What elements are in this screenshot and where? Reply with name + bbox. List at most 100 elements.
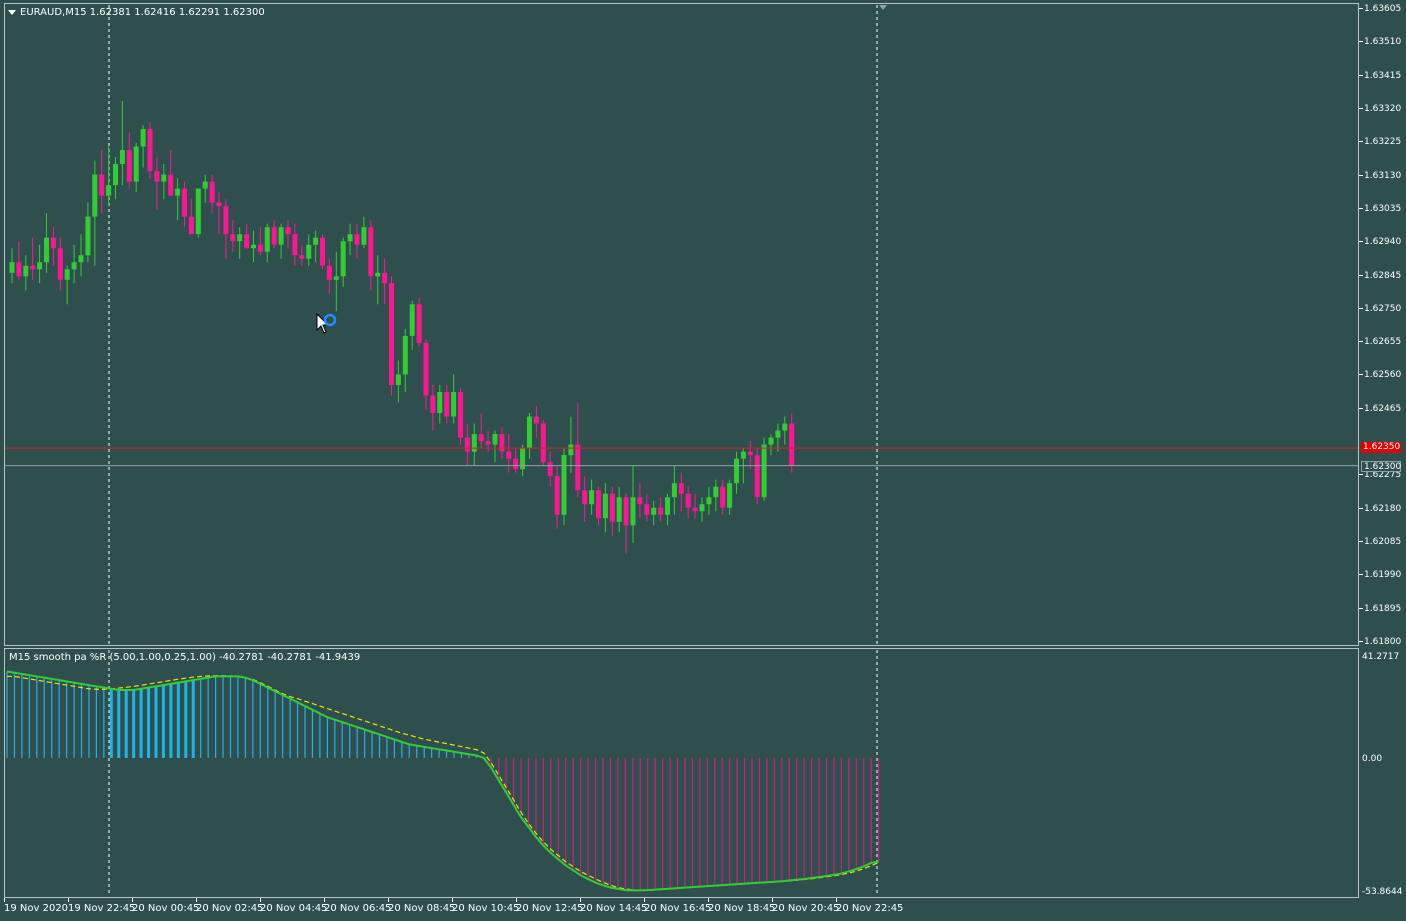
- price-tick: [1359, 641, 1363, 642]
- candle-bull: [237, 234, 243, 242]
- price-tick: [1359, 207, 1363, 209]
- candle-bull: [306, 244, 312, 259]
- candle-bull: [561, 455, 567, 515]
- time-label: 20 Nov 18:45: [708, 903, 776, 914]
- candle-bear: [609, 493, 615, 522]
- candle-bear: [637, 497, 643, 505]
- candle-bear: [354, 234, 360, 245]
- candle-bull: [471, 434, 477, 452]
- price-tick: [1359, 8, 1363, 9]
- time-tick: [644, 898, 645, 902]
- time-tick: [132, 898, 133, 902]
- price-label: 1.62940: [1364, 237, 1402, 248]
- time-label: 20 Nov 00:45: [132, 903, 200, 914]
- candle-bull: [451, 392, 457, 417]
- price-tick: [1359, 541, 1363, 543]
- candle-bear: [513, 458, 519, 470]
- candle-bear: [216, 202, 222, 207]
- candle-bull: [278, 227, 284, 245]
- candle-bear: [230, 234, 236, 242]
- time-tick: [4, 898, 5, 902]
- price-tick: [1359, 474, 1363, 476]
- candle-bull: [340, 241, 346, 277]
- time-label: 20 Nov 20:45: [772, 903, 840, 914]
- candle-bull: [64, 269, 70, 280]
- price-label: 1.62465: [1364, 403, 1402, 414]
- candle-bull: [671, 483, 677, 498]
- candle-bear: [326, 265, 332, 280]
- candle-bull: [375, 272, 381, 277]
- candle-bull: [195, 188, 201, 235]
- time-tick: [452, 898, 453, 902]
- chart-dropdown-icon[interactable]: [8, 9, 16, 15]
- candle-bear: [499, 434, 505, 452]
- price-tick: [1359, 307, 1363, 309]
- candle-bull: [699, 504, 705, 512]
- candle-bull: [119, 150, 125, 165]
- price-label: 1.61800: [1364, 637, 1402, 647]
- candle-bull: [568, 444, 574, 456]
- candle-bear: [389, 283, 394, 385]
- indicator-level-label: 41.2717: [1362, 652, 1400, 662]
- candle-bull: [616, 497, 622, 522]
- candle-bear: [57, 248, 63, 280]
- candle-bull: [727, 483, 733, 508]
- price-tick: [1359, 241, 1363, 243]
- price-label: 1.62655: [1364, 337, 1402, 348]
- indicator-title: M15 smooth pa %R (5.00,1.00,0.25,1.00) -…: [9, 652, 361, 663]
- candle-bear: [168, 174, 174, 196]
- candle-bear: [623, 497, 629, 526]
- candle-bull: [92, 174, 98, 217]
- price-tick: [1359, 341, 1363, 343]
- candle-bull: [775, 430, 781, 438]
- candle-bull: [768, 437, 774, 445]
- time-label: 19 Nov 22:45: [68, 903, 136, 914]
- candle-bull: [630, 497, 636, 526]
- candle-bear: [154, 171, 160, 182]
- indicator-level-label: 0.00: [1362, 753, 1383, 764]
- candle-bull: [589, 490, 595, 505]
- candle-bear: [16, 262, 22, 277]
- candle-bear: [285, 227, 291, 235]
- candle-bear: [747, 451, 753, 456]
- candle-bull: [113, 164, 118, 186]
- time-tick: [196, 898, 197, 902]
- price-tick: [1359, 141, 1363, 143]
- candle-bear: [464, 437, 470, 452]
- price-label: 1.63225: [1364, 137, 1402, 148]
- time-tick: [324, 898, 325, 902]
- mouse-pointer-busy-icon: [316, 313, 337, 334]
- candle-bull: [264, 227, 270, 252]
- candle-bear: [126, 150, 132, 182]
- candle-bull: [71, 262, 77, 270]
- time-axis[interactable]: 19 Nov 2020 19 Nov 22:45 20 Nov 00:45 20 No…: [0, 898, 1406, 921]
- candle-bear: [575, 444, 581, 491]
- candle-bull: [140, 128, 146, 147]
- candle-bear: [789, 423, 795, 466]
- candle-bear: [368, 227, 374, 277]
- indicator-line: [6, 670, 879, 892]
- candle-bear: [458, 392, 463, 438]
- candle-bull: [333, 276, 339, 280]
- candle-bear: [423, 342, 429, 396]
- candle-bull: [706, 497, 712, 505]
- candle-bull: [782, 423, 788, 431]
- candle-bull: [402, 335, 408, 375]
- price-label: 1.63605: [1364, 4, 1402, 14]
- time-tick: [580, 898, 581, 902]
- price-chart-canvas[interactable]: [0, 0, 1406, 921]
- time-tick: [772, 898, 773, 902]
- candle-bear: [299, 255, 305, 259]
- candle-bear: [540, 423, 546, 463]
- candle-bull: [361, 227, 367, 245]
- candle-bear: [678, 483, 684, 494]
- candle-bear: [271, 227, 277, 245]
- candle-bear: [382, 272, 388, 284]
- candle-bull: [713, 486, 719, 498]
- candle-bear: [320, 237, 325, 266]
- candle-bear: [478, 434, 484, 442]
- price-tick: [1359, 107, 1363, 109]
- price-label: 1.61990: [1364, 570, 1402, 581]
- mt4-chart-window[interactable]: EURAUD,M15 1.62381 1.62416 1.62291 1.623…: [0, 0, 1406, 921]
- candle-bull: [313, 237, 319, 245]
